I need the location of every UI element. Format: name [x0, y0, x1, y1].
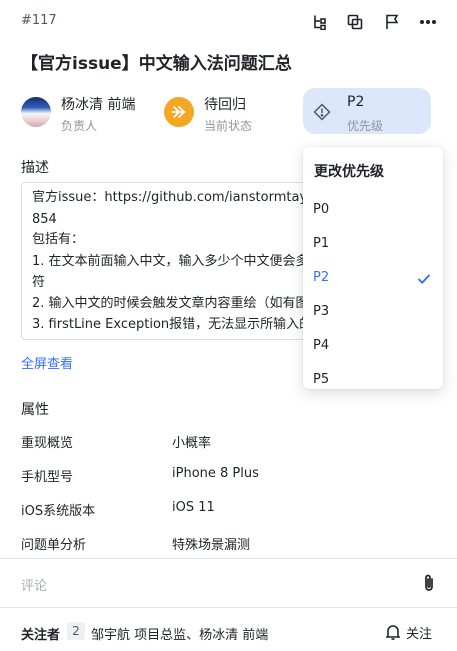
followers-count-badge: 2 [67, 622, 85, 640]
description-line: 符 [32, 275, 46, 290]
divider [0, 607, 457, 608]
property-key: 问题单分析 [21, 538, 87, 553]
priority-selector[interactable]: P2 优先级 [303, 88, 431, 134]
priority-option-p0[interactable]: P0 [303, 194, 443, 228]
issue-id: #117 [21, 13, 57, 28]
option-label: P1 [313, 236, 330, 251]
properties-heading: 属性 [21, 402, 49, 418]
priority-option-p3[interactable]: P3 [303, 296, 443, 330]
status-arrow-icon[interactable] [164, 97, 194, 127]
property-value[interactable]: 小概率 [172, 432, 211, 451]
priority-dropdown: 更改优先级 P0 P1 P2 P3 P4 P5 [303, 147, 443, 389]
status-value[interactable]: 待回归 [204, 94, 246, 114]
subtask-icon[interactable] [309, 11, 331, 33]
assignee-role: 负责人 [61, 119, 98, 133]
priority-icon [313, 103, 331, 121]
property-key: 手机型号 [21, 470, 74, 485]
option-label: P4 [313, 338, 330, 353]
dropdown-title: 更改优先级 [314, 164, 384, 180]
option-label: P0 [313, 202, 330, 217]
priority-option-p4[interactable]: P4 [303, 330, 443, 364]
followers-label: 关注者 [21, 628, 61, 643]
check-icon [418, 274, 430, 284]
more-icon[interactable] [417, 11, 439, 33]
property-value[interactable]: 特殊场景漏测 [172, 534, 250, 553]
property-value[interactable]: iOS 11 [172, 500, 215, 515]
assignee-name[interactable]: 杨冰清 前端 [61, 94, 135, 114]
priority-label: 优先级 [347, 119, 384, 133]
priority-option-p1[interactable]: P1 [303, 228, 443, 262]
option-label: P2 [313, 270, 330, 285]
description-line: 包括有： [32, 232, 85, 247]
description-heading: 描述 [21, 160, 49, 176]
description-line: 3. firstLine Exception报错，无法显示所输入的内容 [32, 317, 339, 332]
bell-icon [386, 625, 400, 640]
description-line: 854 [32, 212, 57, 227]
priority-option-p2[interactable]: P2 [303, 262, 443, 296]
option-label: P5 [313, 372, 330, 387]
priority-option-p5[interactable]: P5 [303, 364, 443, 398]
property-value[interactable]: iPhone 8 Plus [172, 466, 259, 481]
follow-button[interactable]: 关注 [386, 621, 432, 643]
divider [0, 558, 457, 559]
comment-input[interactable]: 评论 [21, 575, 47, 594]
property-key: iOS系统版本 [21, 504, 96, 519]
copy-link-icon[interactable] [344, 11, 366, 33]
option-label: P3 [313, 304, 330, 319]
attachment-icon[interactable] [420, 573, 438, 593]
status-label: 当前状态 [204, 119, 253, 133]
flag-icon[interactable] [381, 11, 403, 33]
assignee-avatar[interactable] [21, 97, 51, 127]
fullscreen-link[interactable]: 全屏查看 [21, 353, 73, 372]
follow-button-label: 关注 [406, 626, 433, 642]
property-key: 重现概览 [21, 436, 74, 451]
priority-value: P2 [347, 94, 365, 110]
followers-names[interactable]: 邹宇航 项目总监、杨冰清 前端 [91, 624, 268, 643]
issue-title: 【官方issue】中文输入法问题汇总 [21, 54, 292, 74]
